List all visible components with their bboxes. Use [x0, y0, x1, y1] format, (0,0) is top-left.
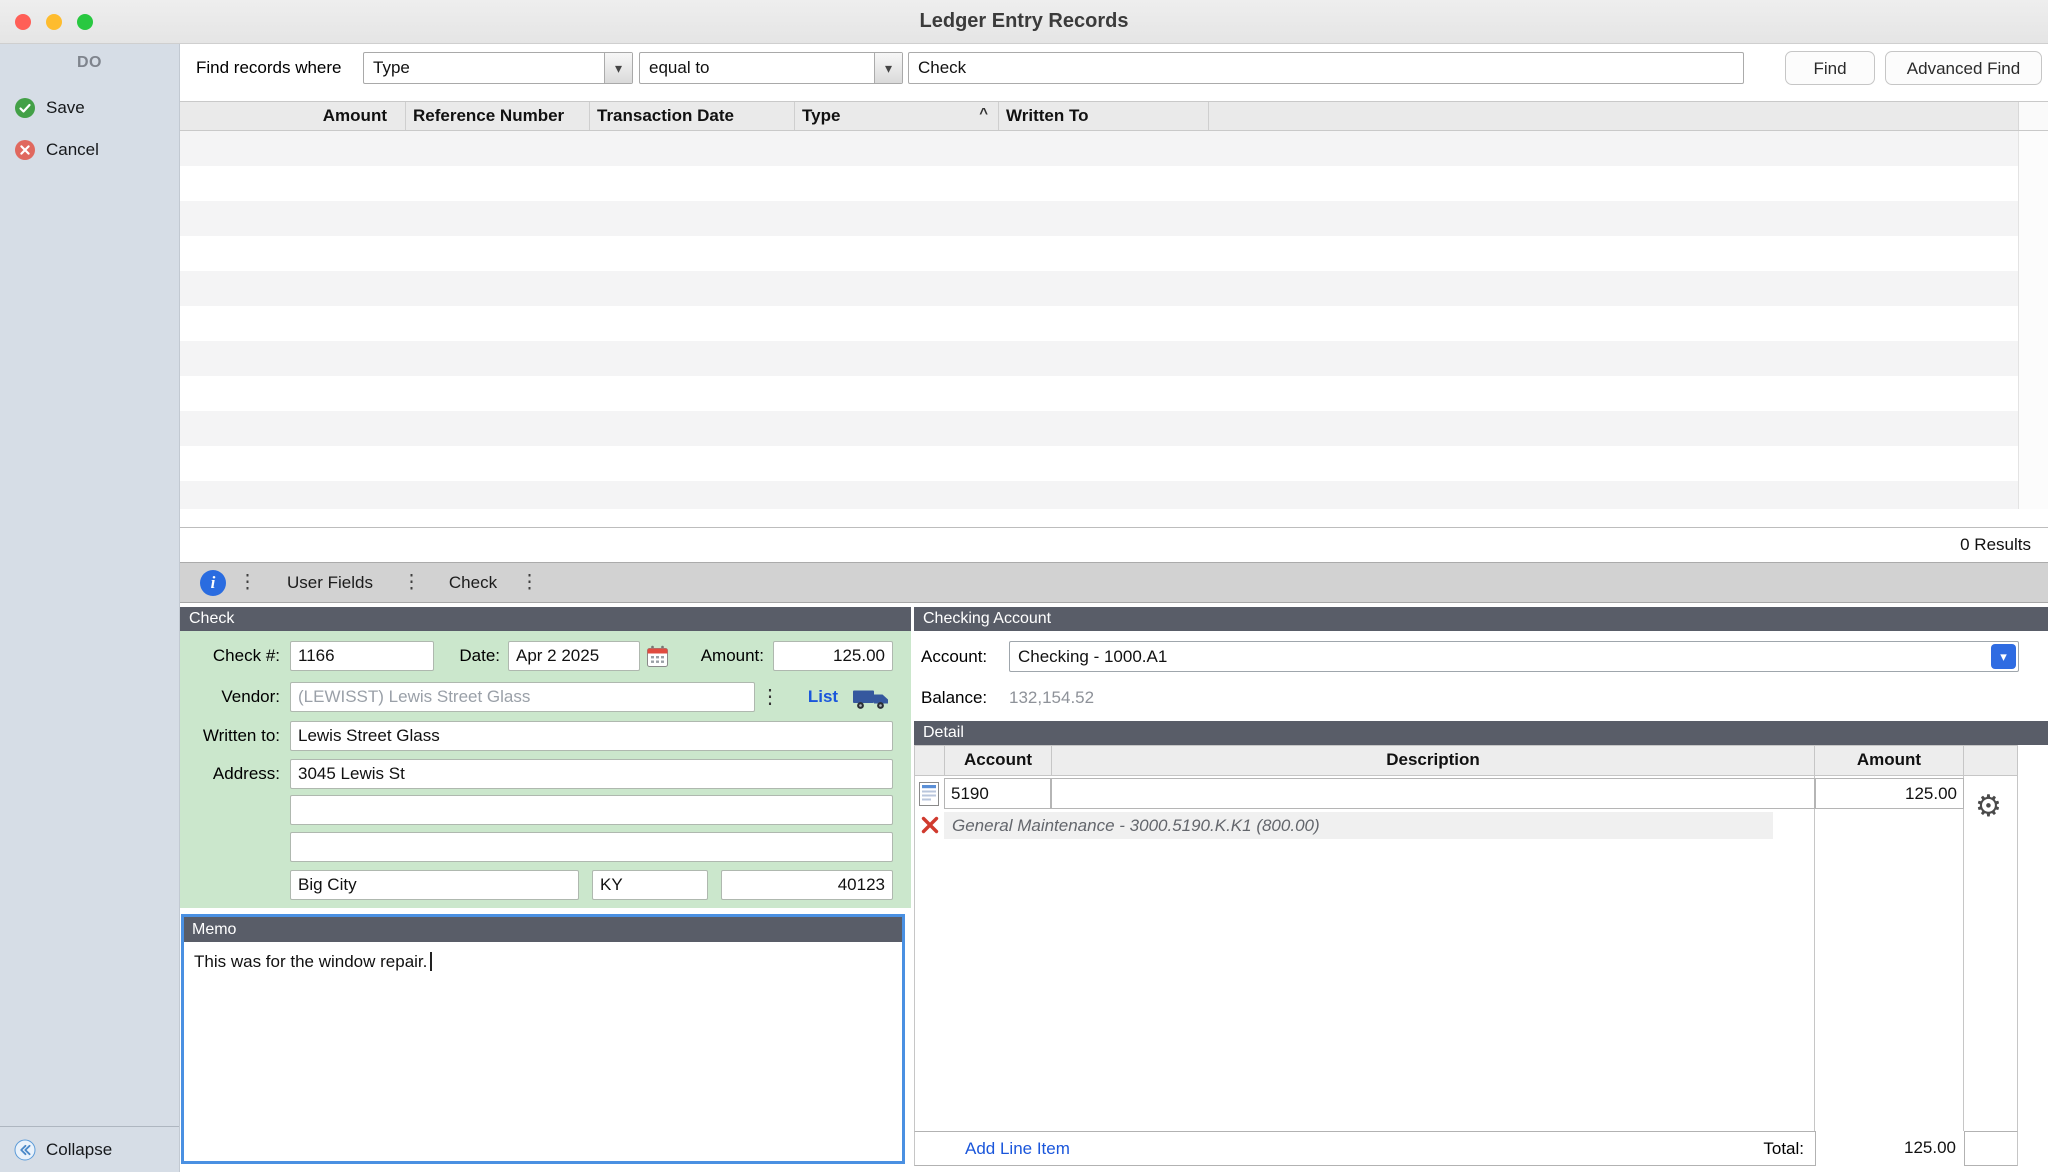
results-status-bar: 0 Results [180, 527, 2048, 562]
line-item-account-field[interactable]: 5190 [944, 778, 1051, 809]
app-window: Ledger Entry Records DO Save Cancel Coll… [0, 0, 2048, 1172]
check-panel-header: Check [180, 607, 911, 631]
detail-table-header: Account Description Amount [914, 745, 2018, 776]
results-scrollbar-top [2018, 102, 2048, 130]
column-header-amount[interactable]: Amount [180, 102, 406, 130]
allocation-note: General Maintenance - 3000.5190.K.K1 (80… [944, 812, 1773, 839]
find-field-dropdown[interactable]: Type ▾ [363, 52, 633, 84]
city-input[interactable] [290, 870, 579, 900]
save-button-label: Save [46, 98, 85, 118]
find-operator-value: equal to [649, 53, 870, 83]
detail-column-amount: Amount [1815, 746, 1964, 775]
vendor-input[interactable] [290, 682, 755, 712]
delete-line-x-icon[interactable] [919, 814, 941, 836]
vendor-list-link[interactable]: List [798, 682, 848, 712]
memo-text: This was for the window repair. [194, 952, 427, 971]
find-records-where-label: Find records where [196, 44, 342, 91]
collapse-chevrons-icon [14, 1139, 36, 1161]
detail-amount-column-line [1814, 776, 1815, 1131]
address-label: Address: [180, 759, 280, 789]
cancel-button[interactable]: Cancel [0, 134, 179, 166]
column-header-transaction-date[interactable]: Transaction Date [590, 102, 795, 130]
column-header-filler [1209, 102, 2018, 130]
amount-input[interactable] [773, 641, 893, 671]
written-to-input[interactable] [290, 721, 893, 751]
chevron-down-icon[interactable]: ▾ [874, 53, 902, 83]
gear-icon[interactable]: ⚙ [1975, 792, 2002, 822]
balance-value: 132,154.52 [1009, 682, 1094, 713]
column-header-reference-number[interactable]: Reference Number [406, 102, 590, 130]
date-input[interactable] [508, 641, 640, 671]
total-label: Total: [1763, 1132, 1804, 1165]
sort-ascending-icon: ^ [979, 100, 988, 128]
column-header-type-label: Type [802, 106, 840, 125]
results-list [180, 131, 2048, 509]
cancel-x-icon [14, 139, 36, 161]
zip-input[interactable] [721, 870, 893, 900]
check-number-label: Check #: [180, 641, 280, 671]
date-label: Date: [380, 641, 500, 671]
total-value: 125.00 [1815, 1131, 1965, 1166]
account-value: Checking - 1000.A1 [1018, 642, 1982, 671]
detail-row-icon-column [915, 746, 945, 775]
sidebar-section-header: DO [0, 54, 179, 72]
info-icon[interactable]: i [200, 570, 226, 596]
find-button[interactable]: Find [1785, 51, 1875, 85]
cancel-button-label: Cancel [46, 140, 99, 160]
line-item-description-field[interactable] [1051, 778, 1815, 809]
detail-column-account: Account [945, 746, 1052, 775]
layout-tab-bar: i ⋮ User Fields ⋮ Check ⋮ [180, 562, 2048, 603]
tab-options-icon[interactable]: ⋮ [520, 563, 539, 602]
find-value-input[interactable] [908, 52, 1744, 84]
line-item-amount-field[interactable]: 125.00 [1815, 778, 1964, 809]
amount-label: Amount: [664, 641, 764, 671]
save-check-icon [14, 97, 36, 119]
add-line-item-link[interactable]: Add Line Item [965, 1132, 1070, 1165]
collapse-button-label: Collapse [46, 1140, 112, 1160]
checking-account-panel-header: Checking Account [914, 607, 2048, 631]
find-bar: Find records where Type ▾ equal to ▾ ▾ F… [180, 44, 2048, 91]
detail-right-border [2017, 776, 2018, 1131]
titlebar: Ledger Entry Records [0, 0, 2048, 44]
detail-column-actions [1964, 746, 2017, 775]
tab-user-fields[interactable]: User Fields [262, 563, 398, 602]
chevron-down-icon[interactable]: ▾ [604, 53, 632, 83]
collapse-button[interactable]: Collapse [0, 1126, 179, 1172]
results-table-header: Amount Reference Number Transaction Date… [180, 101, 2048, 131]
chevron-down-icon[interactable]: ▾ [1991, 644, 2016, 669]
memo-text-area[interactable]: This was for the window repair. [184, 942, 902, 981]
advanced-find-button[interactable]: Advanced Find [1885, 51, 2042, 85]
balance-label: Balance: [921, 682, 987, 713]
vendor-label: Vendor: [180, 682, 280, 712]
find-field-value: Type [373, 53, 600, 83]
detail-section-header: Detail [914, 721, 2048, 745]
results-scrollbar[interactable] [2018, 131, 2048, 509]
address-line1-input[interactable] [290, 759, 893, 789]
address-line3-input[interactable] [290, 832, 893, 862]
detail-footer-row: Add Line Item Total: 125.00 [914, 1131, 2018, 1166]
tab-check[interactable]: Check [418, 563, 528, 602]
results-count: 0 Results [1960, 528, 2031, 562]
vendor-options-icon[interactable]: ⋮ [760, 682, 778, 712]
state-input[interactable] [592, 870, 708, 900]
memo-field[interactable]: Memo This was for the window repair. [181, 914, 905, 1164]
detail-actions-column-line [1963, 776, 1964, 1131]
memo-header: Memo [184, 917, 902, 942]
account-dropdown[interactable]: Checking - 1000.A1 ▾ [1009, 641, 2019, 672]
column-header-written-to[interactable]: Written To [999, 102, 1209, 130]
save-button[interactable]: Save [0, 92, 179, 124]
find-operator-dropdown[interactable]: equal to ▾ [639, 52, 903, 84]
text-cursor [430, 952, 432, 971]
sidebar: DO Save Cancel Collapse [0, 44, 180, 1172]
detail-left-border [914, 776, 915, 1131]
window-title: Ledger Entry Records [0, 0, 2048, 43]
column-header-type[interactable]: Type ^ [795, 102, 999, 130]
account-label: Account: [921, 641, 987, 672]
ledger-entry-icon[interactable] [918, 781, 940, 807]
written-to-label: Written to: [180, 721, 280, 751]
vendor-truck-icon[interactable] [852, 687, 890, 711]
detail-column-description: Description [1052, 746, 1815, 775]
tab-options-icon[interactable]: ⋮ [238, 563, 257, 602]
address-line2-input[interactable] [290, 795, 893, 825]
